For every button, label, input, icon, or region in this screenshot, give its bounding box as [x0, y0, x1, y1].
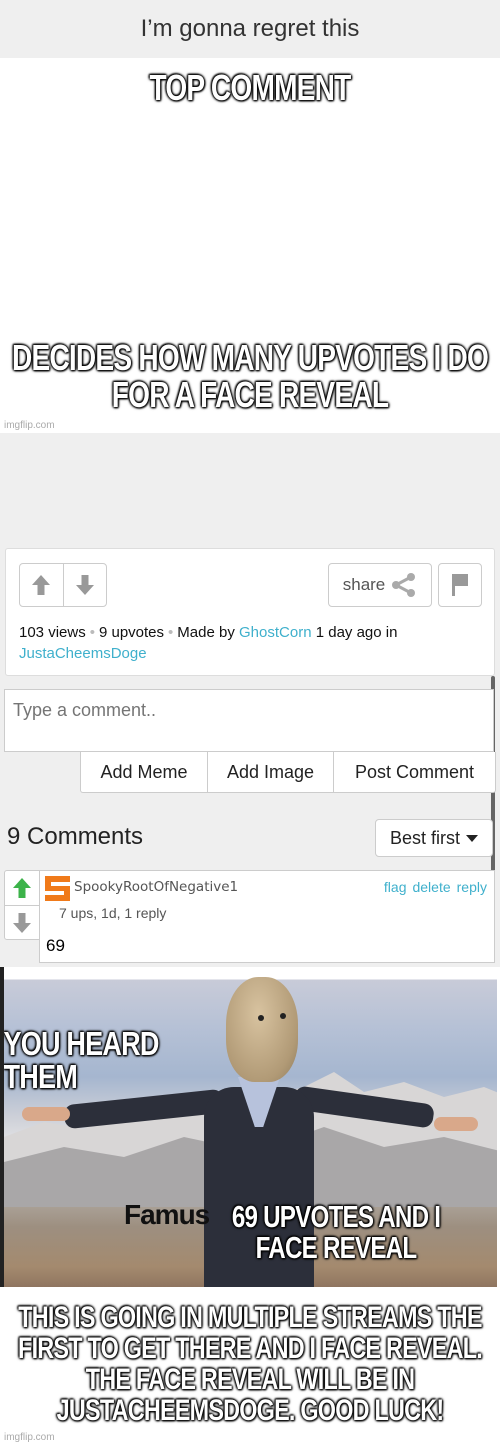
meme-top-text: TOP COMMENT [149, 67, 352, 108]
comment-upvote-button[interactable] [5, 871, 39, 905]
meme-man-head [226, 977, 298, 1082]
stonks-photo: YOU HEARD THEM Famus 69 UPVOTES AND I FA… [0, 967, 497, 1287]
hand-left [22, 1107, 70, 1121]
made-by-label: Made by [177, 624, 235, 641]
author-link[interactable]: GhostCorn [239, 624, 312, 641]
post-vote-group [19, 563, 107, 607]
upvotes-count: 9 upvotes [98, 624, 165, 641]
arrow-down-icon [75, 575, 94, 595]
flag-button[interactable] [438, 563, 482, 607]
eye [258, 1015, 264, 1021]
views-count: 103 views [19, 624, 86, 641]
comment-reply-link[interactable]: reply [457, 879, 487, 895]
arrow-down-icon [13, 912, 31, 933]
post-comment-button[interactable]: Post Comment [333, 752, 495, 792]
famus-text: Famus [124, 1199, 210, 1230]
meme-image[interactable]: TOP COMMENT DECIDES HOW MANY UPVOTES I D… [0, 58, 500, 433]
comment-flag-link[interactable]: flag [384, 879, 407, 895]
comment-actions: Add Meme Add Image Post Comment [80, 752, 496, 793]
post-downvote-button[interactable] [62, 564, 106, 606]
meme-title: I’m gonna regret this [140, 15, 360, 42]
comment-item: SpookyRootOfNegative1 flag delete reply … [39, 870, 495, 963]
user-avatar-icon[interactable] [45, 876, 70, 901]
add-image-button[interactable]: Add Image [207, 752, 333, 792]
share-button[interactable]: share [328, 563, 432, 607]
comment-actions-links: flag delete reply [384, 879, 487, 895]
imgflip-watermark: imgflip.com [4, 1432, 55, 1443]
arrow-up-icon [32, 575, 51, 595]
comment-delete-link[interactable]: delete [412, 879, 450, 895]
share-icon [392, 573, 416, 597]
time-label: 1 day ago in [315, 624, 398, 641]
comment-vote-group [4, 870, 40, 940]
flag-icon [452, 574, 468, 596]
post-info-card: share 103 views • 9 upvotes • Made by GhostC… [5, 548, 495, 676]
comment-meta: 7 ups, 1d, 1 reply [59, 905, 167, 921]
post-upvote-button[interactable] [20, 564, 63, 606]
meme-reply-middle-text: 69 UPVOTES AND I FACE REVEAL [231, 1199, 441, 1265]
sort-selected: Best first [389, 827, 460, 848]
comment-downvote-button[interactable] [5, 905, 39, 939]
comment-text: 69 [46, 936, 65, 955]
eye [280, 1013, 286, 1019]
hand-right [434, 1117, 478, 1131]
comment-username[interactable]: SpookyRootOfNegative1 [74, 879, 238, 895]
reply-meme-image[interactable]: YOU HEARD THEM Famus 69 UPVOTES AND I FA… [0, 967, 500, 1447]
comment-input[interactable] [4, 689, 494, 752]
meme-bottom-text: DECIDES HOW MANY UPVOTES I DO FOR A FACE… [11, 337, 489, 415]
sort-select[interactable]: Best first [375, 819, 493, 857]
arrow-up-icon [13, 878, 31, 898]
imgflip-watermark: imgflip.com [4, 420, 55, 431]
share-label: share [342, 575, 386, 594]
add-meme-button[interactable]: Add Meme [81, 752, 207, 792]
post-meta: 103 views • 9 upvotes • Made by GhostCorn 1 … [19, 624, 398, 662]
meme-reply-bottom-text: THIS IS GOING IN MULTIPLE STREAMS THE FI… [18, 1301, 483, 1427]
stream-link[interactable]: JustaCheemsDoge [19, 645, 147, 662]
chevron-down-icon [466, 834, 478, 842]
comments-count: 9 Comments [7, 823, 144, 850]
meme-title-bar: I’m gonna regret this [0, 0, 500, 58]
meme-reply-top-text: YOU HEARD THEM [3, 1025, 159, 1095]
